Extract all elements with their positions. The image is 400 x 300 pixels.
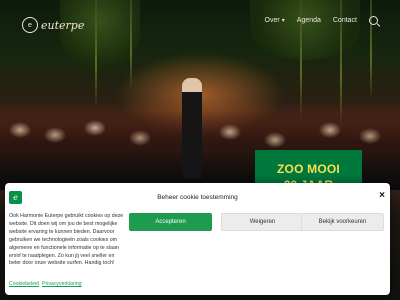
cookie-links: Cookiebeleid Privacyverklaring <box>9 281 82 287</box>
cookie-consent-dialog: e Beheer cookie toestemming × Ook Harmon… <box>5 183 390 295</box>
chevron-down-icon: ▾ <box>281 18 285 24</box>
privacy-statement-link[interactable]: Privacyverklaring <box>42 281 82 287</box>
preferences-button[interactable]: Bekijk voorkeuren <box>301 213 384 231</box>
nav-item-label: Agenda <box>296 17 321 24</box>
reject-button[interactable]: Weigeren <box>221 213 304 231</box>
nav-item-contact[interactable]: Contact <box>333 17 357 24</box>
search-icon[interactable] <box>369 16 378 25</box>
nav-item-over[interactable]: Over ▾ <box>265 17 285 24</box>
vine <box>130 0 132 90</box>
foliage <box>250 0 360 60</box>
site-logo[interactable]: e euterpe <box>22 14 84 36</box>
cookie-policy-link[interactable]: Cookiebeleid <box>9 281 39 287</box>
nav-item-label: Contact <box>332 17 357 24</box>
nav-item-agenda[interactable]: Agenda <box>297 17 321 24</box>
accept-button[interactable]: Accepteren <box>129 213 212 231</box>
vine <box>95 0 97 110</box>
banner-title: ZOO MOOI <box>277 162 340 176</box>
vine <box>370 0 372 100</box>
cookie-body-text: Ook Harmonie Euterpe gebruikt cookies op… <box>9 213 124 267</box>
logo-text: euterpe <box>41 18 85 32</box>
close-icon[interactable]: × <box>379 191 385 201</box>
conductor <box>182 78 202 178</box>
main-nav: Over ▾ Agenda Contact <box>265 16 378 25</box>
logo-mark: e <box>22 17 38 33</box>
cookie-title: Beheer cookie toestemming <box>157 194 238 201</box>
nav-item-label: Over <box>264 17 280 24</box>
